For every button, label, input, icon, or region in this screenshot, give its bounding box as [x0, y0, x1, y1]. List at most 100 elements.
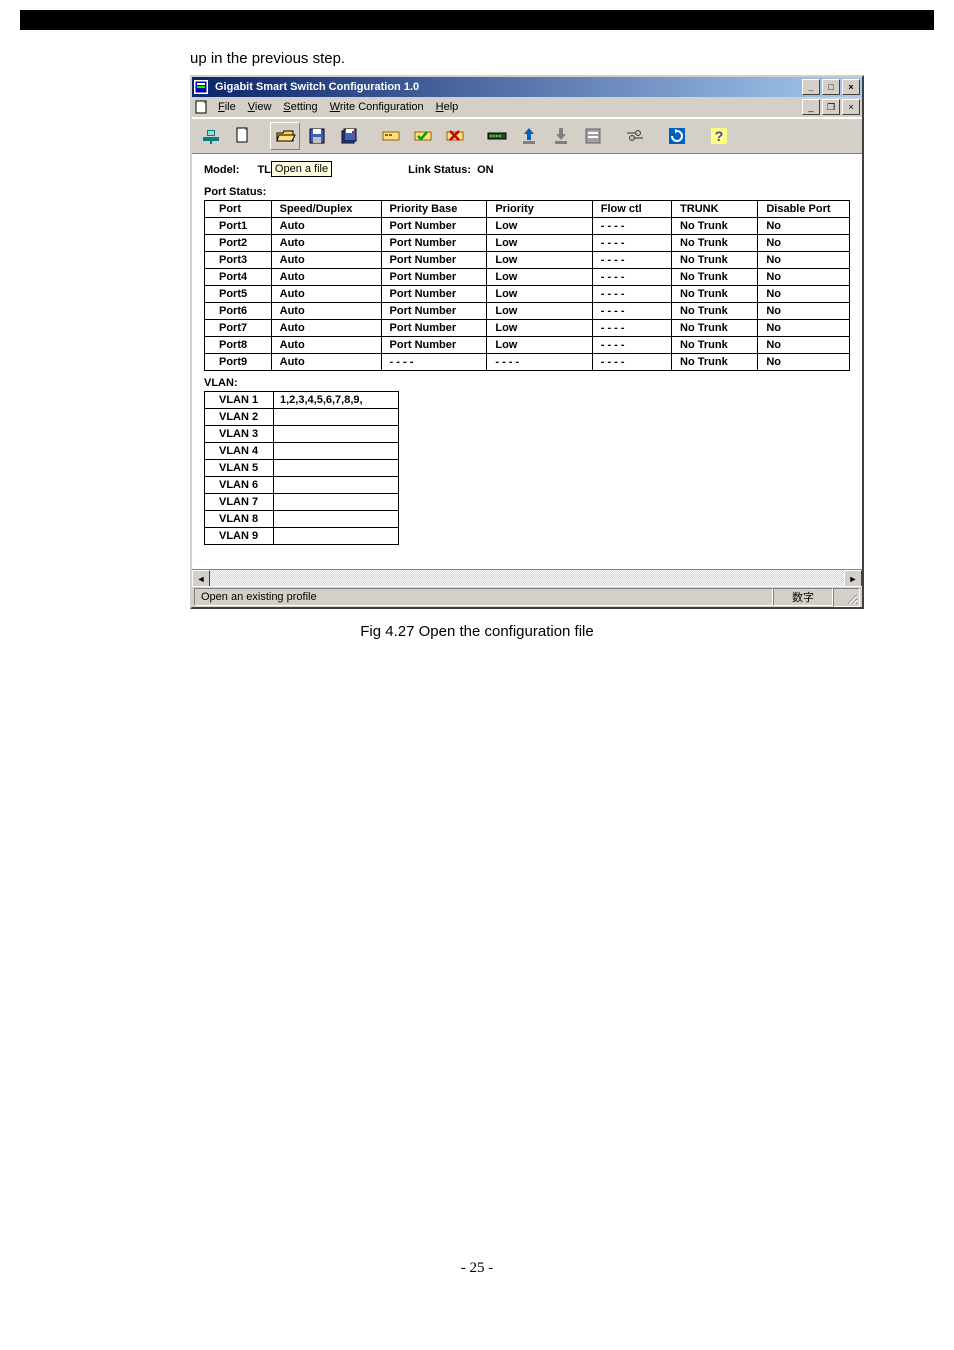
table-cell: No Trunk [672, 218, 758, 235]
vlan-ports-cell: 1,2,3,4,5,6,7,8,9, [274, 392, 399, 409]
toolbar-new-icon[interactable] [228, 122, 258, 150]
toolbar-open-icon[interactable] [270, 122, 300, 150]
table-cell: - - - - [592, 286, 671, 303]
vlan-ports-cell [274, 443, 399, 460]
table-row: Port2AutoPort NumberLow- - - -No TrunkNo [205, 235, 850, 252]
status-indicator: 数字 [773, 588, 833, 606]
table-cell: - - - - [487, 354, 592, 371]
table-row: Port8AutoPort NumberLow- - - -No TrunkNo [205, 337, 850, 354]
vlan-ports-cell [274, 511, 399, 528]
table-cell: No [758, 269, 850, 286]
toolbar-device-ok-icon[interactable] [408, 122, 438, 150]
horizontal-scrollbar[interactable]: ◄ ► [192, 569, 862, 586]
table-cell: Port3 [205, 252, 272, 269]
table-row: VLAN 7 [205, 494, 399, 511]
close-button[interactable]: × [842, 79, 860, 95]
table-cell: Port4 [205, 269, 272, 286]
vlan-name-cell: VLAN 8 [205, 511, 274, 528]
table-cell: Auto [271, 286, 381, 303]
table-row: Port1AutoPort NumberLow- - - -No TrunkNo [205, 218, 850, 235]
maximize-button[interactable]: □ [822, 79, 840, 95]
vlan-table: VLAN 11,2,3,4,5,6,7,8,9,VLAN 2VLAN 3VLAN… [204, 391, 399, 545]
toolbar-save-icon[interactable] [302, 122, 332, 150]
table-cell: - - - - [592, 252, 671, 269]
toolbar-device-x-icon[interactable] [440, 122, 470, 150]
menu-file[interactable]: File [212, 99, 242, 115]
table-cell: No [758, 354, 850, 371]
header-black-bar [20, 10, 934, 30]
toolbar-config-icon[interactable] [578, 122, 608, 150]
mdi-close-button[interactable]: × [842, 99, 860, 115]
link-status-label: Link Status: [408, 164, 471, 176]
port-header: Disable Port [758, 201, 850, 218]
menu-write-config[interactable]: Write Configuration [324, 99, 430, 115]
table-cell: Port Number [381, 218, 487, 235]
table-row: Port5AutoPort NumberLow- - - -No TrunkNo [205, 286, 850, 303]
table-cell: Port Number [381, 286, 487, 303]
toolbar-device-icon[interactable] [376, 122, 406, 150]
table-cell: No Trunk [672, 252, 758, 269]
table-cell: Low [487, 337, 592, 354]
menu-help[interactable]: Help [430, 99, 465, 115]
table-row: VLAN 4 [205, 443, 399, 460]
toolbar-reset-icon[interactable] [662, 122, 692, 150]
table-cell: Auto [271, 218, 381, 235]
table-cell: Port Number [381, 320, 487, 337]
table-cell: - - - - [592, 320, 671, 337]
table-cell: Port Number [381, 303, 487, 320]
table-cell: No Trunk [672, 303, 758, 320]
window-title: Gigabit Smart Switch Configuration 1.0 [211, 81, 802, 93]
table-cell: No Trunk [672, 337, 758, 354]
menu-bar: File View Setting Write Configuration He… [192, 97, 862, 118]
table-cell: Port6 [205, 303, 272, 320]
vlan-name-cell: VLAN 9 [205, 528, 274, 545]
mdi-restore-button[interactable]: ❐ [822, 99, 840, 115]
svg-text:?: ? [715, 128, 724, 144]
link-status-value: ON [477, 164, 494, 176]
toolbar-upload-icon[interactable] [514, 122, 544, 150]
table-cell: - - - - [592, 337, 671, 354]
table-row: VLAN 6 [205, 477, 399, 494]
figure-caption: Fig 4.27 Open the configuration file [20, 623, 934, 640]
scroll-track[interactable] [210, 570, 844, 586]
table-cell: Port8 [205, 337, 272, 354]
vlan-name-cell: VLAN 5 [205, 460, 274, 477]
vlan-label: VLAN: [204, 377, 850, 389]
toolbar-help-icon[interactable]: ? [704, 122, 734, 150]
intro-text: up in the previous step. [190, 50, 934, 67]
table-row: VLAN 9 [205, 528, 399, 545]
table-cell: No [758, 320, 850, 337]
resize-grip[interactable] [833, 588, 860, 607]
vlan-ports-cell [274, 528, 399, 545]
table-cell: Low [487, 269, 592, 286]
menu-view[interactable]: View [242, 99, 278, 115]
mdi-doc-icon[interactable] [194, 99, 210, 115]
table-cell: - - - - [592, 354, 671, 371]
toolbar-save-all-icon[interactable] [334, 122, 364, 150]
menu-setting[interactable]: Setting [277, 99, 323, 115]
table-cell: Low [487, 303, 592, 320]
toolbar-download-icon[interactable] [546, 122, 576, 150]
toolbar-settings-icon[interactable] [620, 122, 650, 150]
table-cell: Port Number [381, 252, 487, 269]
vlan-name-cell: VLAN 7 [205, 494, 274, 511]
port-header: Speed/Duplex [271, 201, 381, 218]
app-icon [194, 80, 208, 94]
status-bar: Open an existing profile 数字 [192, 586, 862, 607]
open-file-tooltip: Open a file [271, 161, 332, 177]
minimize-button[interactable]: _ [802, 79, 820, 95]
table-row: Port9Auto- - - -- - - -- - - -No TrunkNo [205, 354, 850, 371]
vlan-ports-cell [274, 426, 399, 443]
table-cell: - - - - [381, 354, 487, 371]
table-cell: - - - - [592, 218, 671, 235]
mdi-minimize-button[interactable]: _ [802, 99, 820, 115]
vlan-ports-cell [274, 460, 399, 477]
port-status-label: Port Status: [204, 186, 850, 198]
table-row: VLAN 5 [205, 460, 399, 477]
table-cell: - - - - [592, 303, 671, 320]
table-cell: Auto [271, 303, 381, 320]
table-cell: No [758, 235, 850, 252]
toolbar-switch-icon[interactable] [482, 122, 512, 150]
table-row: VLAN 11,2,3,4,5,6,7,8,9, [205, 392, 399, 409]
toolbar-connect-icon[interactable] [196, 122, 226, 150]
